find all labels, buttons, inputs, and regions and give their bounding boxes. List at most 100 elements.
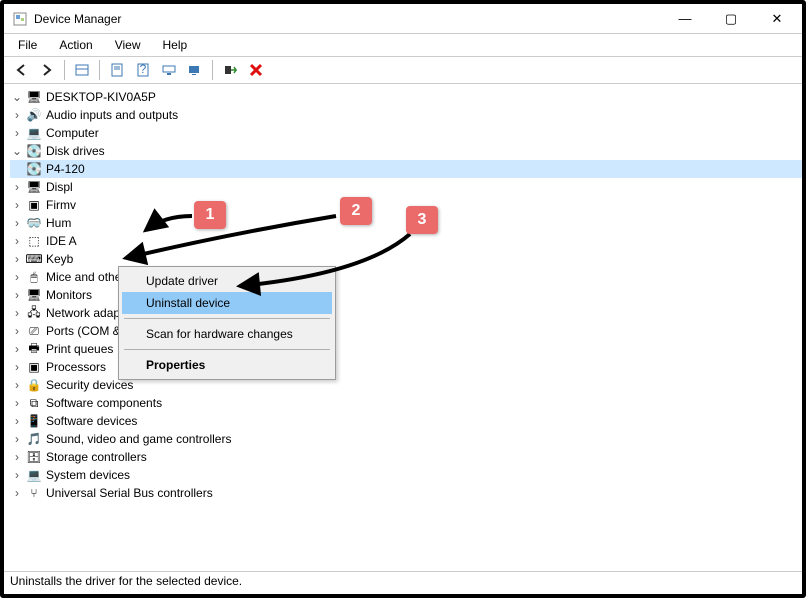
chevron-right-icon[interactable]: › bbox=[10, 288, 24, 302]
tree-item-label: Computer bbox=[46, 126, 99, 140]
chevron-right-icon[interactable]: › bbox=[10, 486, 24, 500]
chevron-right-icon[interactable]: › bbox=[10, 252, 24, 266]
show-panel-icon[interactable] bbox=[71, 59, 93, 81]
device-tree[interactable]: ⌄🖥DESKTOP-KIV0A5P›🔊Audio inputs and outp… bbox=[4, 84, 802, 572]
chevron-right-icon[interactable]: › bbox=[10, 108, 24, 122]
tree-item[interactable]: ›🎵Sound, video and game controllers bbox=[10, 430, 802, 448]
device-icon: 🖶 bbox=[26, 341, 42, 357]
tree-item-label: Software components bbox=[46, 396, 162, 410]
chevron-right-icon[interactable]: › bbox=[10, 360, 24, 374]
properties-icon[interactable] bbox=[106, 59, 128, 81]
tree-item[interactable]: ›🗄 Storage controllers bbox=[10, 448, 802, 466]
chevron-right-icon[interactable]: › bbox=[10, 450, 24, 464]
tree-item-label: Keyb bbox=[46, 252, 73, 266]
toolbar-separator bbox=[64, 60, 65, 80]
title-bar: Device Manager — ▢ ✕ bbox=[4, 4, 802, 34]
device-icon: 💻 bbox=[26, 467, 42, 483]
device-icon: 💻 bbox=[26, 125, 42, 141]
tree-item[interactable]: ›🔊 Audio inputs and outputs bbox=[10, 106, 802, 124]
device-icon: ▣ bbox=[26, 359, 42, 375]
chevron-right-icon[interactable]: › bbox=[10, 306, 24, 320]
tree-item[interactable]: ›💻 Computer bbox=[10, 124, 802, 142]
chevron-right-icon[interactable]: › bbox=[10, 378, 24, 392]
menu-file[interactable]: File bbox=[12, 36, 43, 54]
chevron-down-icon[interactable]: ⌄ bbox=[10, 90, 24, 104]
computer-icon: 🖥 bbox=[26, 89, 42, 105]
chevron-right-icon[interactable]: › bbox=[10, 180, 24, 194]
tree-item-label: Monitors bbox=[46, 288, 92, 302]
maximize-button[interactable]: ▢ bbox=[708, 5, 754, 33]
device-icon: ⌨ bbox=[26, 251, 42, 267]
back-button[interactable] bbox=[10, 59, 32, 81]
tree-item[interactable]: ›⧉ Software components bbox=[10, 394, 802, 412]
chevron-right-icon[interactable]: › bbox=[10, 414, 24, 428]
devices-icon[interactable] bbox=[158, 59, 180, 81]
device-icon: 🗄 bbox=[26, 449, 42, 465]
tree-item-label: System devices bbox=[46, 468, 130, 482]
device-icon: ⧉ bbox=[26, 395, 42, 411]
tree-item-label: Storage controllers bbox=[46, 450, 147, 464]
tree-item[interactable]: ›💻 System devices bbox=[10, 466, 802, 484]
tree-item[interactable]: ›💽P4-120 bbox=[10, 160, 802, 178]
close-button[interactable]: ✕ bbox=[754, 5, 800, 33]
toolbar-separator bbox=[99, 60, 100, 80]
tree-item-label: DESKTOP-KIV0A5P bbox=[46, 90, 156, 104]
menu-bar: File Action View Help bbox=[4, 34, 802, 56]
device-icon: ⎚ bbox=[26, 323, 42, 339]
ctx-separator bbox=[124, 349, 330, 350]
forward-button[interactable] bbox=[36, 59, 58, 81]
step-callout-3: 3 bbox=[406, 206, 438, 234]
chevron-right-icon[interactable]: › bbox=[10, 234, 24, 248]
device-icon: 🖥 bbox=[26, 179, 42, 195]
tree-item[interactable]: ›⑂Universal Serial Bus controllers bbox=[10, 484, 802, 502]
tree-item-label: Disk drives bbox=[46, 144, 105, 158]
device-icon: 🖧 bbox=[26, 305, 42, 321]
app-icon bbox=[12, 11, 28, 27]
chevron-right-icon[interactable]: › bbox=[10, 432, 24, 446]
chevron-right-icon[interactable]: › bbox=[10, 198, 24, 212]
device-icon: 🖱 bbox=[26, 269, 42, 285]
tree-item[interactable]: ›📱Software devices bbox=[10, 412, 802, 430]
status-bar: Uninstalls the driver for the selected d… bbox=[4, 572, 802, 590]
svg-text:?: ? bbox=[140, 63, 147, 76]
tree-item-label: Displ bbox=[46, 180, 73, 194]
chevron-right-icon[interactable]: › bbox=[10, 126, 24, 140]
chevron-right-icon[interactable]: › bbox=[10, 396, 24, 410]
tree-item[interactable]: ›🖥 Displ bbox=[10, 178, 802, 196]
chevron-right-icon[interactable]: › bbox=[10, 216, 24, 230]
chevron-down-icon[interactable]: ⌄ bbox=[10, 144, 24, 158]
chevron-right-icon[interactable]: › bbox=[10, 270, 24, 284]
scan-icon[interactable] bbox=[184, 59, 206, 81]
tree-item-label: IDE A bbox=[46, 234, 77, 248]
ctx-properties[interactable]: Properties bbox=[122, 354, 332, 376]
device-icon: ⬚ bbox=[26, 233, 42, 249]
menu-view[interactable]: View bbox=[109, 36, 147, 54]
tree-item-label: Hum bbox=[46, 216, 71, 230]
device-icon: 🥽 bbox=[26, 215, 42, 231]
tree-item-label: Sound, video and game controllers bbox=[46, 432, 231, 446]
chevron-right-icon[interactable]: › bbox=[10, 342, 24, 356]
tree-item[interactable]: ⌄💽Disk drives bbox=[10, 142, 802, 160]
tree-item-label: Universal Serial Bus controllers bbox=[46, 486, 213, 500]
tree-item-label: Software devices bbox=[46, 414, 137, 428]
tree-item-label: Security devices bbox=[46, 378, 133, 392]
chevron-right-icon[interactable]: › bbox=[10, 324, 24, 338]
tree-item-label: P4-120 bbox=[46, 162, 85, 176]
device-icon: 💽 bbox=[26, 161, 42, 177]
enable-icon[interactable] bbox=[219, 59, 241, 81]
menu-help[interactable]: Help bbox=[157, 36, 194, 54]
uninstall-icon[interactable] bbox=[245, 59, 267, 81]
step-callout-2: 2 bbox=[340, 197, 372, 225]
tree-root[interactable]: ⌄🖥 DESKTOP-KIV0A5P bbox=[10, 88, 802, 106]
minimize-button[interactable]: — bbox=[662, 5, 708, 33]
chevron-right-icon[interactable]: › bbox=[10, 468, 24, 482]
toolbar: ? bbox=[4, 56, 802, 84]
window-title: Device Manager bbox=[34, 12, 662, 26]
tree-item-label: Firmv bbox=[46, 198, 76, 212]
ctx-scan-hardware[interactable]: Scan for hardware changes bbox=[122, 323, 332, 345]
device-icon: 🔊 bbox=[26, 107, 42, 123]
device-icon: ▣ bbox=[26, 197, 42, 213]
menu-action[interactable]: Action bbox=[53, 36, 98, 54]
tree-item-label: Audio inputs and outputs bbox=[46, 108, 178, 122]
help-icon[interactable]: ? bbox=[132, 59, 154, 81]
